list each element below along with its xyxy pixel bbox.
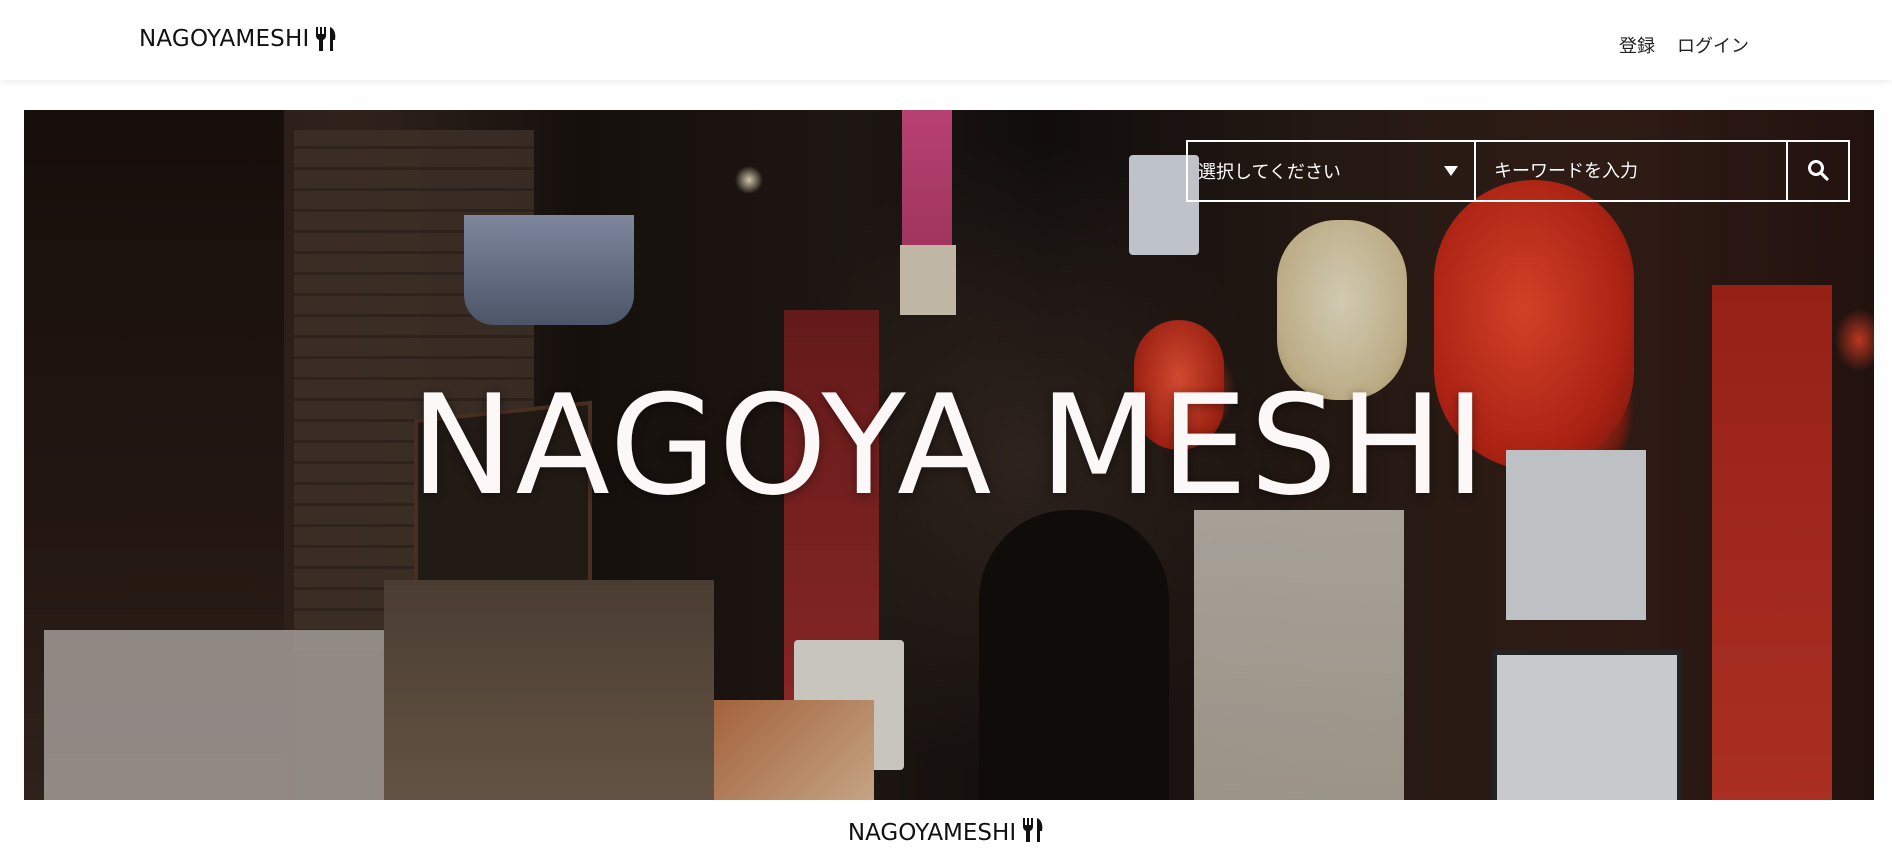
category-select-value: 選択してください [1198,162,1341,183]
fork-knife-icon [1022,818,1044,848]
site-header: NAGOYAMESHI 登録 ログイン [0,0,1892,80]
keyword-input[interactable] [1476,140,1788,202]
search-button[interactable] [1788,140,1850,202]
header-nav: 登録 ログイン [1619,32,1749,58]
search-form: 選択してください [1186,140,1850,202]
search-icon [1807,159,1829,184]
login-link[interactable]: ログイン [1677,32,1749,58]
category-select[interactable]: 選択してください [1186,140,1476,202]
hero-banner: NAGOYA MESHI 選択してください [24,110,1874,800]
brand-link[interactable]: NAGOYAMESHI [139,26,337,52]
footer-brand-name: NAGOYAMESHI [847,820,1017,846]
chevron-down-icon [1444,166,1458,176]
footer: NAGOYAMESHI [0,818,1892,848]
register-link[interactable]: 登録 [1619,32,1655,58]
hero-title: NAGOYA MESHI [410,365,1488,526]
fork-knife-icon [315,27,337,51]
brand-name: NAGOYAMESHI [139,26,310,52]
